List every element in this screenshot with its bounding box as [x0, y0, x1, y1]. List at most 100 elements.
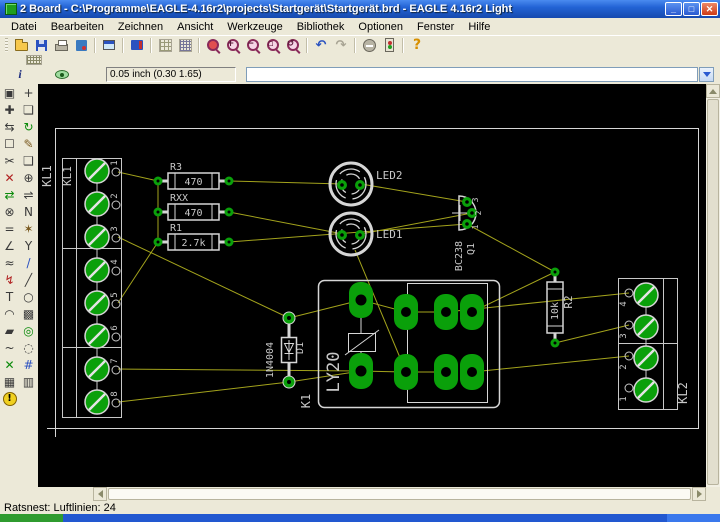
component-r3[interactable]: R3 470: [154, 162, 234, 189]
undo-button[interactable]: ↶: [311, 37, 331, 54]
component-rxx[interactable]: RXX 470: [154, 193, 234, 220]
redo-icon: ↷: [336, 39, 347, 52]
menu-datei[interactable]: Datei: [4, 20, 44, 34]
info-tool-icon[interactable]: i: [12, 67, 28, 82]
vertical-scroll-thumb[interactable]: [707, 99, 719, 485]
help-button[interactable]: ?: [407, 37, 427, 54]
cam-processor-button[interactable]: [71, 37, 91, 54]
grid-fine-button[interactable]: [175, 37, 195, 54]
open-button[interactable]: [11, 37, 31, 54]
tool-cut-icon[interactable]: ✂: [4, 155, 14, 167]
tool-move-icon[interactable]: ✚: [4, 104, 14, 116]
tool-copy-icon[interactable]: ❏: [23, 104, 34, 116]
component-led1[interactable]: LED1: [330, 213, 403, 255]
tool-add-icon[interactable]: ⊕: [23, 172, 33, 184]
component-k1[interactable]: LY20 K1: [299, 281, 500, 409]
scroll-right-button[interactable]: [692, 487, 706, 501]
library-button[interactable]: [127, 37, 147, 54]
tool-value-icon[interactable]: =: [4, 223, 14, 235]
menu-fenster[interactable]: Fenster: [410, 20, 461, 34]
menu-ansicht[interactable]: Ansicht: [170, 20, 220, 34]
tool-rotate-icon[interactable]: ↻: [23, 121, 33, 133]
window-switch-button[interactable]: [99, 37, 119, 54]
tool-display-icon[interactable]: ▣: [4, 87, 15, 99]
tool-replace-icon[interactable]: ⇌: [23, 189, 33, 201]
tool-delete-icon[interactable]: ✕: [4, 172, 14, 184]
system-tray[interactable]: [667, 514, 720, 522]
tool-route-icon[interactable]: /: [26, 257, 30, 269]
tool-mirror-icon[interactable]: ⇆: [4, 121, 14, 133]
tool-rect-icon[interactable]: ▩: [23, 308, 34, 320]
zoom-fit-button[interactable]: [203, 37, 223, 54]
minimize-button[interactable]: _: [665, 2, 682, 16]
stop-button[interactable]: [359, 37, 379, 54]
tool-split-icon[interactable]: Y: [25, 240, 32, 252]
tool-paste-icon[interactable]: ❑: [23, 155, 34, 167]
tool-circle-icon[interactable]: ○: [23, 291, 33, 303]
zoom-select-button[interactable]: ▫: [263, 37, 283, 54]
menu-bibliothek[interactable]: Bibliothek: [290, 20, 352, 34]
start-button[interactable]: [0, 514, 63, 522]
kl1-pin-number: 7: [110, 358, 120, 363]
tool-miter-icon[interactable]: ∠: [4, 240, 15, 252]
component-kl1[interactable]: 1 2 3 4 5 6 7 8 KL1 KL1: [40, 159, 122, 418]
menu-zeichnen[interactable]: Zeichnen: [111, 20, 170, 34]
component-q1[interactable]: 3 2 1 BC238 Q1: [452, 196, 483, 271]
menu-werkzeuge[interactable]: Werkzeuge: [220, 20, 289, 34]
grid-coarse-button[interactable]: [155, 37, 175, 54]
horizontal-scroll-thumb[interactable]: [108, 488, 691, 500]
show-eye-icon[interactable]: [55, 70, 69, 79]
tool-arc-icon[interactable]: ◠: [4, 308, 14, 320]
redo-button[interactable]: ↷: [331, 37, 351, 54]
tool-erc-icon[interactable]: ▥: [23, 376, 34, 388]
tool-auto-icon[interactable]: #: [23, 359, 33, 371]
kl2-pin-number: 1: [619, 396, 629, 401]
menu-bearbeiten[interactable]: Bearbeiten: [44, 20, 111, 34]
tool-ratsnest-icon[interactable]: ✕: [4, 359, 14, 371]
tool-smash-icon[interactable]: ✶: [23, 223, 33, 235]
command-dropdown-button[interactable]: [699, 67, 714, 82]
tool-ripup-icon[interactable]: ↯: [4, 274, 14, 286]
zoom-redraw-button[interactable]: ↺: [283, 37, 303, 54]
tool-change-icon[interactable]: ✎: [23, 138, 33, 150]
traffic-light-button[interactable]: [379, 37, 399, 54]
tool-polygon-icon[interactable]: ▰: [5, 325, 14, 337]
zoom-out-button[interactable]: −: [243, 37, 263, 54]
tool-lock-icon[interactable]: ⊗: [4, 206, 14, 218]
tool-pinswap-icon[interactable]: ⇄: [4, 189, 14, 201]
tool-name-icon[interactable]: N: [24, 206, 33, 218]
tool-group-icon[interactable]: ☐: [4, 138, 15, 150]
scroll-up-button[interactable]: [706, 84, 720, 98]
horizontal-scrollbar[interactable]: [38, 487, 706, 501]
command-input[interactable]: [246, 67, 698, 82]
menu-optionen[interactable]: Optionen: [351, 20, 410, 34]
tool-wire-icon[interactable]: ╱: [25, 274, 32, 286]
tool-optimize-icon[interactable]: ≈: [4, 257, 14, 269]
tool-drc-icon[interactable]: ▦: [4, 376, 15, 388]
close-button[interactable]: ✕: [701, 2, 718, 16]
board-outline[interactable]: [47, 129, 699, 438]
arrow-right-icon: [697, 490, 702, 498]
zoom-in-button[interactable]: +: [223, 37, 243, 54]
windows-taskbar[interactable]: [0, 514, 720, 522]
tool-text-icon[interactable]: T: [6, 291, 13, 303]
component-r2[interactable]: 10k R2: [547, 268, 575, 348]
tool-mark-icon[interactable]: +: [23, 87, 33, 99]
board-canvas[interactable]: 1 2 3 4 5 6 7 8 KL1 KL1 R3 470: [38, 84, 706, 487]
print-button[interactable]: [51, 37, 71, 54]
component-led2[interactable]: LED2: [330, 163, 403, 205]
component-r1[interactable]: R1 2.7k: [154, 223, 234, 250]
vertical-scrollbar[interactable]: [706, 84, 720, 501]
scroll-left-button[interactable]: [93, 487, 107, 501]
maximize-button[interactable]: □: [683, 2, 700, 16]
component-kl2[interactable]: 4 3 2 1 KL2: [619, 279, 691, 410]
component-d1[interactable]: 1N4004 D1: [265, 312, 306, 388]
toolbar-drag-handle[interactable]: [5, 38, 8, 52]
tool-signal-icon[interactable]: ~: [4, 342, 14, 354]
menu-hilfe[interactable]: Hilfe: [461, 20, 497, 34]
tool-hole-icon[interactable]: ◌: [23, 342, 33, 354]
grid-button[interactable]: [26, 55, 42, 65]
save-button[interactable]: [31, 37, 51, 54]
tool-via-icon[interactable]: ◎: [23, 325, 33, 337]
tool-errors-icon[interactable]: !: [3, 392, 17, 406]
